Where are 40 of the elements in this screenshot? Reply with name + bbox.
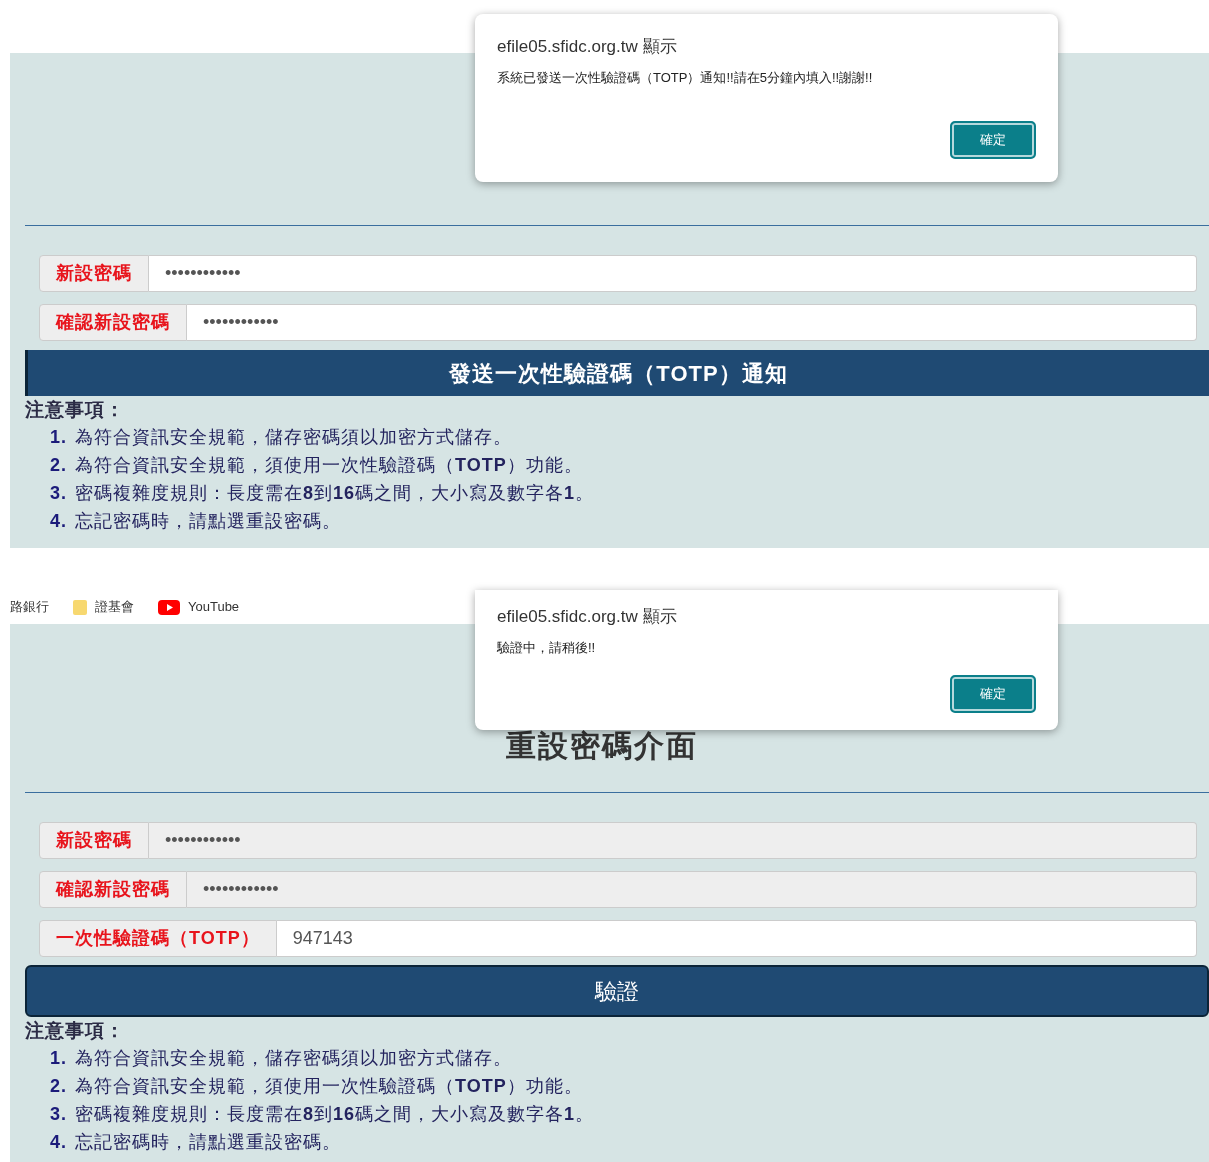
- notes-heading: 注意事項：: [25, 1019, 126, 1043]
- note-text: 忘記密碼時，請點選重設密碼。: [75, 1131, 341, 1154]
- note-text: 密碼複雜度規則：長度需在8到16碼之間，大小寫及數字各1。: [75, 482, 595, 505]
- note-number: 3.: [50, 482, 67, 505]
- field-label: 新設密碼: [39, 255, 149, 292]
- dialog-message: 系統已發送一次性驗證碼（TOTP）通知!!請在5分鐘內填入!!謝謝!!: [497, 68, 874, 87]
- note-number: 3.: [50, 1103, 67, 1126]
- notes-heading: 注意事項：: [25, 398, 126, 422]
- note-number: 1.: [50, 426, 67, 449]
- page-title: 重設密碼介面: [506, 728, 698, 764]
- ok-button[interactable]: 確定: [950, 121, 1036, 159]
- field-label: 新設密碼: [39, 822, 149, 859]
- input-field[interactable]: ••••••••••••: [187, 304, 1197, 341]
- note-number: 4.: [50, 1131, 67, 1154]
- input-field[interactable]: 947143: [276, 920, 1197, 957]
- play-icon: [158, 599, 180, 615]
- bookmark-link[interactable]: 證基會: [95, 597, 134, 617]
- action-button[interactable]: 驗證: [25, 965, 1209, 1017]
- dialog-origin: efile05.sfidc.org.tw 顯示: [497, 606, 678, 628]
- note-text: 為符合資訊安全規範，須使用一次性驗證碼（TOTP）功能。: [75, 1075, 583, 1098]
- dialog-message: 驗證中，請稍後!!: [497, 638, 597, 657]
- note-number: 4.: [50, 510, 67, 533]
- action-button[interactable]: 發送一次性驗證碼（TOTP）通知: [25, 350, 1209, 396]
- field-label: 一次性驗證碼（TOTP）: [39, 920, 277, 957]
- input-field[interactable]: ••••••••••••: [149, 255, 1197, 292]
- note-text: 為符合資訊安全規範，儲存密碼須以加密方式儲存。: [75, 1047, 512, 1070]
- ok-button[interactable]: 確定: [950, 675, 1036, 713]
- bookmark-link[interactable]: 路銀行: [10, 597, 49, 617]
- note-text: 忘記密碼時，請點選重設密碼。: [75, 510, 341, 533]
- dialog-origin: efile05.sfidc.org.tw 顯示: [497, 36, 678, 58]
- bookmark-link[interactable]: YouTube: [188, 597, 240, 617]
- note-number: 2.: [50, 1075, 67, 1098]
- field-label: 確認新設密碼: [39, 304, 187, 341]
- note-number: 2.: [50, 454, 67, 477]
- note-text: 為符合資訊安全規範，須使用一次性驗證碼（TOTP）功能。: [75, 454, 583, 477]
- field-label: 確認新設密碼: [39, 871, 187, 908]
- folder-icon: [73, 599, 87, 615]
- note-number: 1.: [50, 1047, 67, 1070]
- note-text: 密碼複雜度規則：長度需在8到16碼之間，大小寫及數字各1。: [75, 1103, 595, 1126]
- note-text: 為符合資訊安全規範，儲存密碼須以加密方式儲存。: [75, 426, 512, 449]
